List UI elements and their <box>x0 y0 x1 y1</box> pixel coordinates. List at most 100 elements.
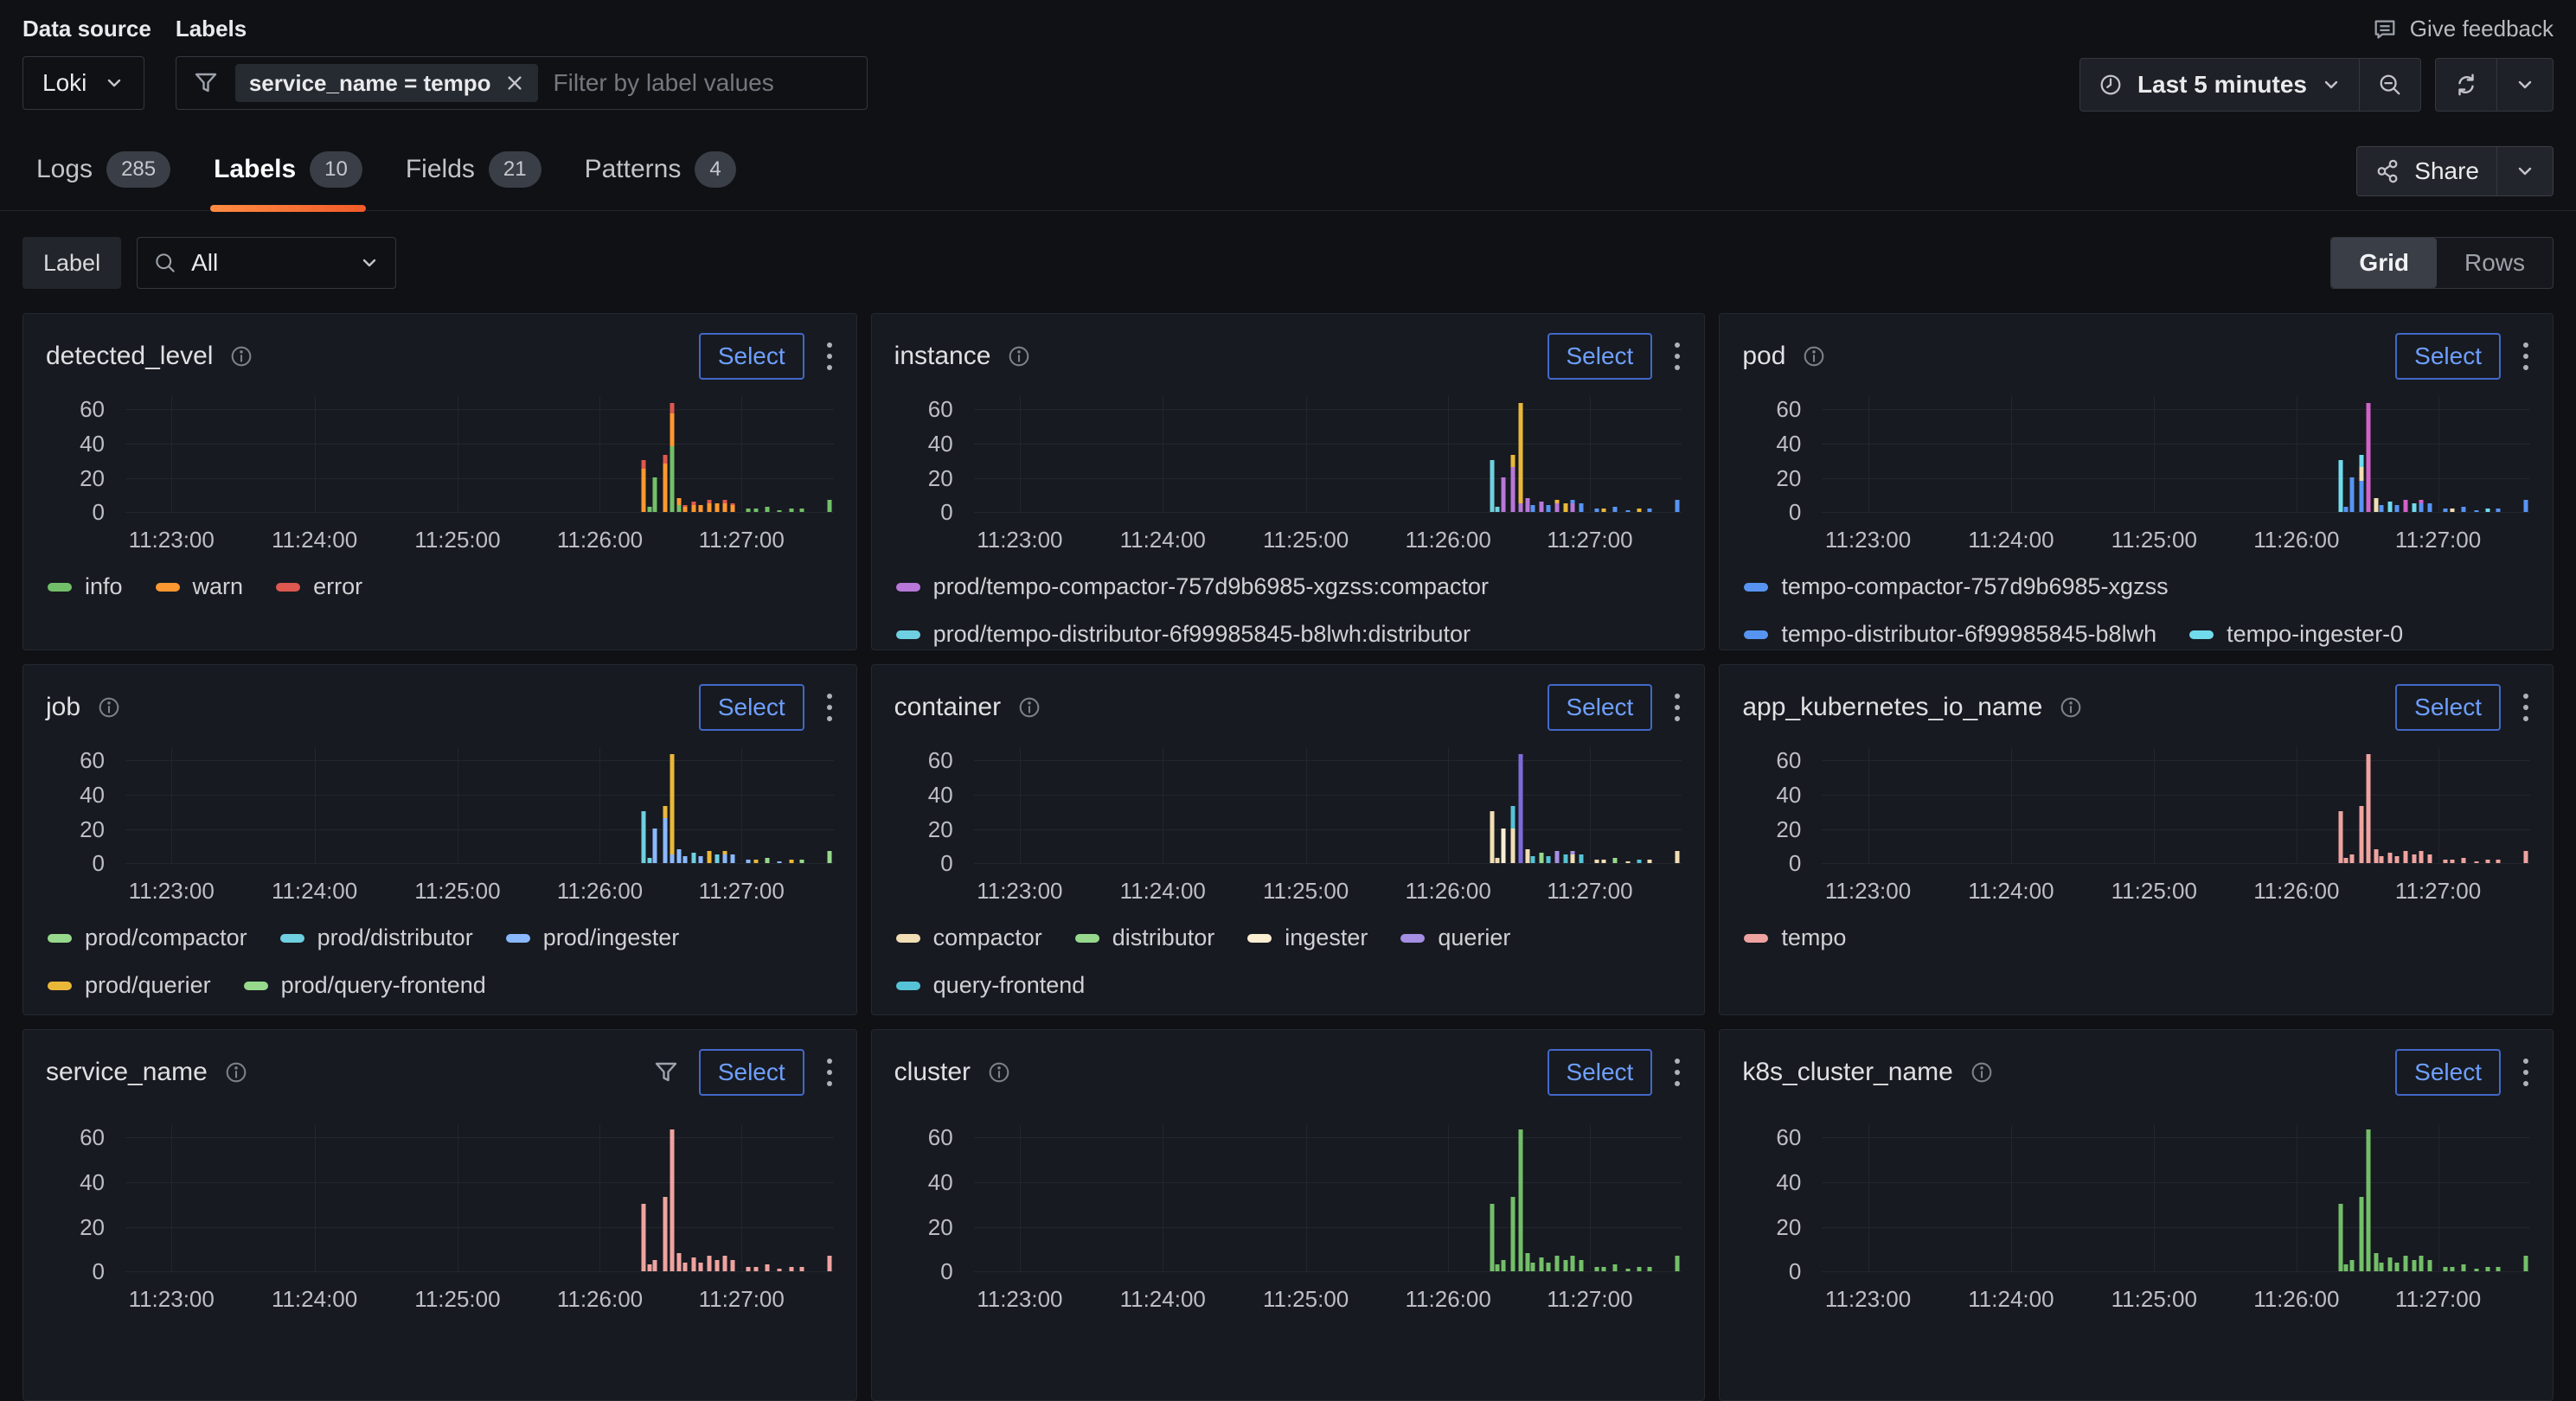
view-toggle-grid[interactable]: Grid <box>2331 238 2437 288</box>
bar-segment <box>1490 811 1494 863</box>
legend-item-prod-compactor[interactable]: prod/compactor <box>48 924 247 951</box>
chart-plot-area[interactable]: 6040200 <box>125 747 834 864</box>
select-button[interactable]: Select <box>2395 684 2501 731</box>
bar-segment <box>799 860 804 863</box>
kebab-menu-icon[interactable] <box>1671 1055 1683 1090</box>
legend-item-compactor[interactable]: compactor <box>896 924 1042 951</box>
kebab-menu-icon[interactable] <box>1671 339 1683 374</box>
chart-plot-area[interactable]: 6040200 <box>1822 396 2530 513</box>
bar-segment <box>647 858 651 863</box>
info-icon[interactable] <box>1801 343 1827 369</box>
legend-item-distributor[interactable]: distributor <box>1075 924 1215 951</box>
share-button[interactable]: Share <box>2356 146 2554 196</box>
select-button[interactable]: Select <box>2395 1049 2501 1096</box>
legend-item-ingester[interactable]: ingester <box>1247 924 1368 951</box>
legend-item-prod-distributor[interactable]: prod/distributor <box>280 924 473 951</box>
legend-item-warn[interactable]: warn <box>156 573 244 600</box>
legend-item-prod-tempo-distributor-6f99985845-b8lwh-distributor[interactable]: prod/tempo-distributor-6f99985845-b8lwh:… <box>896 621 1471 648</box>
label-search-select[interactable]: All <box>137 237 396 289</box>
tab-labels[interactable]: Labels10 <box>200 143 376 210</box>
bar <box>2344 858 2349 863</box>
select-button[interactable]: Select <box>699 1049 804 1096</box>
legend-item-prod-querier[interactable]: prod/querier <box>48 972 211 999</box>
bar-segment <box>789 860 793 863</box>
tab-logs[interactable]: Logs285 <box>22 143 184 210</box>
bar <box>789 1267 793 1271</box>
bar <box>682 505 687 512</box>
bar <box>1531 505 1535 512</box>
legend-item-prod-query-frontend[interactable]: prod/query-frontend <box>244 972 486 999</box>
legend-item-query-frontend[interactable]: query-frontend <box>896 972 1086 999</box>
kebab-menu-icon[interactable] <box>1671 690 1683 725</box>
kebab-menu-icon[interactable] <box>823 690 836 725</box>
info-icon[interactable] <box>1006 343 1032 369</box>
info-icon[interactable] <box>1016 694 1042 720</box>
tabs-bar: Logs285Labels10Fields21Patterns4 Share <box>0 143 2576 211</box>
share-dropdown[interactable] <box>2497 147 2553 195</box>
bar-segment <box>827 500 831 512</box>
kebab-menu-icon[interactable] <box>823 1055 836 1090</box>
legend-item-tempo-ingester-0[interactable]: tempo-ingester-0 <box>2189 621 2403 648</box>
select-button[interactable]: Select <box>1548 333 1653 380</box>
select-button[interactable]: Select <box>2395 333 2501 380</box>
close-icon[interactable] <box>505 74 524 93</box>
refresh-interval-dropdown[interactable] <box>2497 59 2553 111</box>
bar <box>642 1204 646 1271</box>
chart-plot-area[interactable]: 6040200 <box>974 396 1682 513</box>
legend-item-prod-tempo-compactor-757d9b6985-xgzss-compactor[interactable]: prod/tempo-compactor-757d9b6985-xgzss:co… <box>896 573 1489 600</box>
bar-segment <box>642 811 646 863</box>
chevron-down-icon <box>2515 74 2535 95</box>
chart-plot-area[interactable]: 6040200 <box>974 747 1682 864</box>
tab-fields[interactable]: Fields21 <box>392 143 555 210</box>
legend-item-tempo-compactor-757d9b6985-xgzss[interactable]: tempo-compactor-757d9b6985-xgzss <box>1744 573 2168 600</box>
refresh-button[interactable] <box>2436 59 2496 111</box>
tab-label: Logs <box>36 155 93 184</box>
chart-plot-area[interactable]: 6040200 <box>1822 1125 2530 1272</box>
tab-count-badge: 10 <box>310 151 362 188</box>
legend-item-querier[interactable]: querier <box>1400 924 1510 951</box>
legend-item-info[interactable]: info <box>48 573 123 600</box>
y-tick-label: 0 <box>1732 499 1801 526</box>
info-icon[interactable] <box>1969 1059 1995 1085</box>
info-icon[interactable] <box>2058 694 2084 720</box>
bar <box>670 754 675 863</box>
bar-segment <box>1595 509 1599 512</box>
info-icon[interactable] <box>223 1059 249 1085</box>
tab-patterns[interactable]: Patterns4 <box>571 143 750 210</box>
datasource-picker[interactable]: Loki <box>22 56 144 110</box>
legend-item-tempo-distributor-6f99985845-b8lwh[interactable]: tempo-distributor-6f99985845-b8lwh <box>1744 621 2156 648</box>
view-toggle-rows[interactable]: Rows <box>2437 238 2553 288</box>
time-range-picker[interactable]: Last 5 minutes <box>2080 59 2359 111</box>
select-button[interactable]: Select <box>1548 684 1653 731</box>
bar <box>2419 500 2423 512</box>
bar-segment <box>747 509 751 512</box>
info-icon[interactable] <box>986 1059 1012 1085</box>
share-main[interactable]: Share <box>2357 147 2496 195</box>
kebab-menu-icon[interactable] <box>2520 339 2532 374</box>
gridline-v <box>741 1125 742 1272</box>
select-button[interactable]: Select <box>1548 1049 1653 1096</box>
kebab-menu-icon[interactable] <box>2520 1055 2532 1090</box>
chart-plot-area[interactable]: 6040200 <box>125 1125 834 1272</box>
bar-segment <box>2367 754 2371 863</box>
chart-plot-area[interactable]: 6040200 <box>1822 747 2530 864</box>
chart-plot-area[interactable]: 6040200 <box>974 1125 1682 1272</box>
info-icon[interactable] <box>96 694 122 720</box>
kebab-menu-icon[interactable] <box>823 339 836 374</box>
label-filter-input[interactable]: service_name = tempo Filter by label val… <box>176 56 868 110</box>
kebab-menu-icon[interactable] <box>2520 690 2532 725</box>
zoom-out-button[interactable] <box>2360 59 2420 111</box>
select-button[interactable]: Select <box>699 684 804 731</box>
legend-item-prod-ingester[interactable]: prod/ingester <box>506 924 680 951</box>
panel-funnel-icon[interactable] <box>652 1059 680 1086</box>
bar <box>670 1129 675 1271</box>
legend-item-error[interactable]: error <box>276 573 362 600</box>
bar <box>663 455 667 512</box>
chart-plot-area[interactable]: 6040200 <box>125 396 834 513</box>
give-feedback-link[interactable]: Give feedback <box>2372 16 2554 42</box>
legend-item-tempo[interactable]: tempo <box>1744 924 1846 951</box>
select-button[interactable]: Select <box>699 333 804 380</box>
filter-chip[interactable]: service_name = tempo <box>235 64 538 102</box>
panel-actions: Select <box>1548 333 1684 380</box>
info-icon[interactable] <box>228 343 254 369</box>
